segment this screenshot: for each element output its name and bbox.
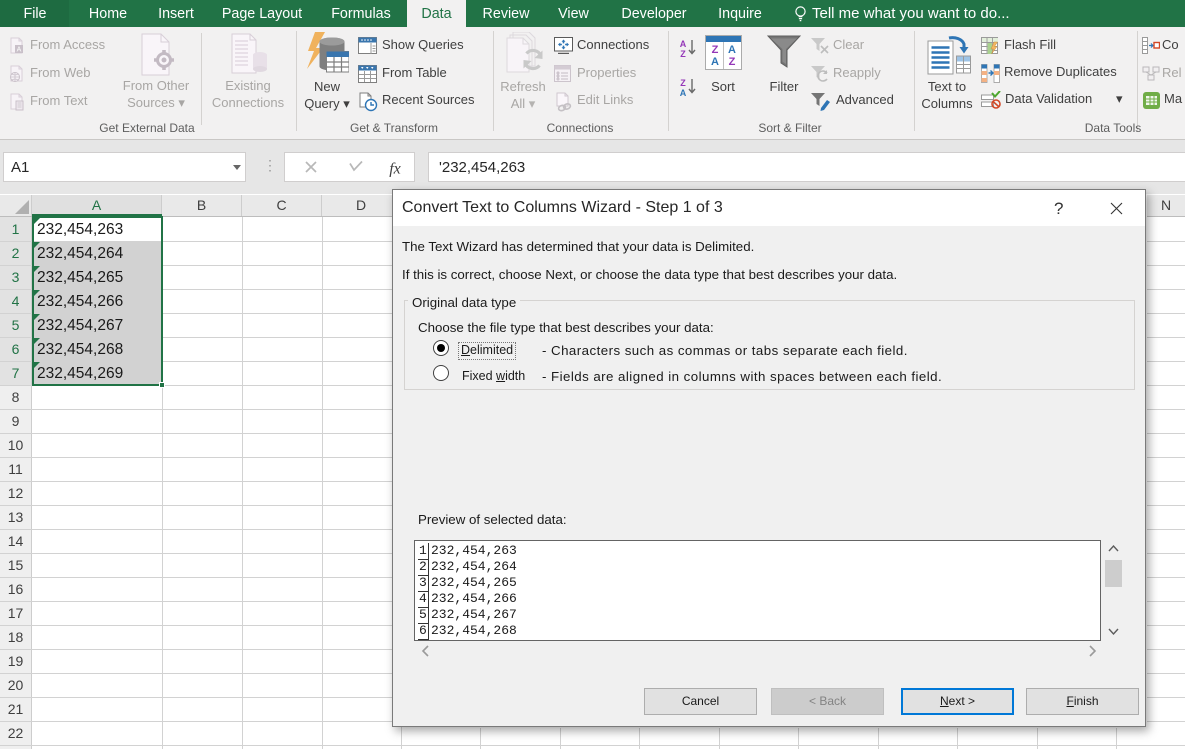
svg-text:A: A bbox=[728, 44, 736, 56]
svg-text:A: A bbox=[711, 56, 719, 68]
svg-text:A: A bbox=[17, 47, 22, 54]
svg-text:Z: Z bbox=[680, 49, 686, 58]
svg-text:Z: Z bbox=[712, 44, 719, 56]
svg-text:A: A bbox=[680, 39, 687, 49]
svg-text:fx: fx bbox=[389, 161, 401, 178]
svg-text:Z: Z bbox=[729, 56, 736, 68]
